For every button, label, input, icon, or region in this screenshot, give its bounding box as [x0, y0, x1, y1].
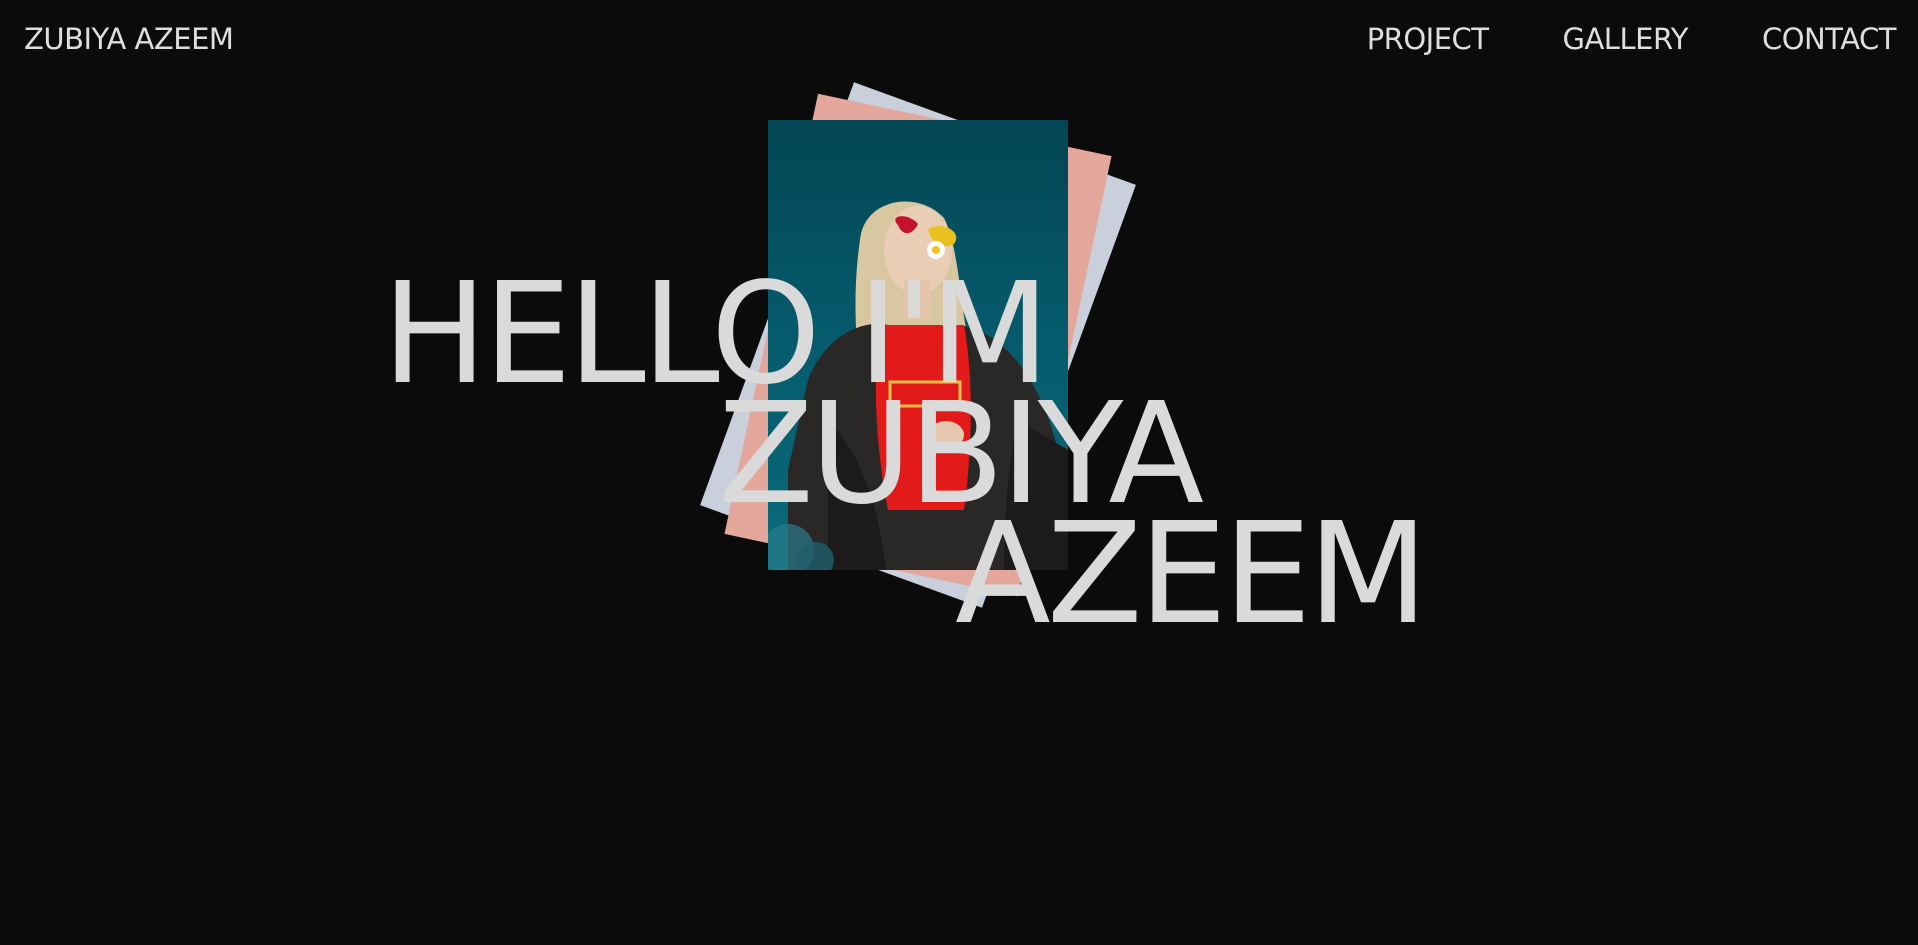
hero-line-last-name: AZEEM [955, 493, 1428, 656]
